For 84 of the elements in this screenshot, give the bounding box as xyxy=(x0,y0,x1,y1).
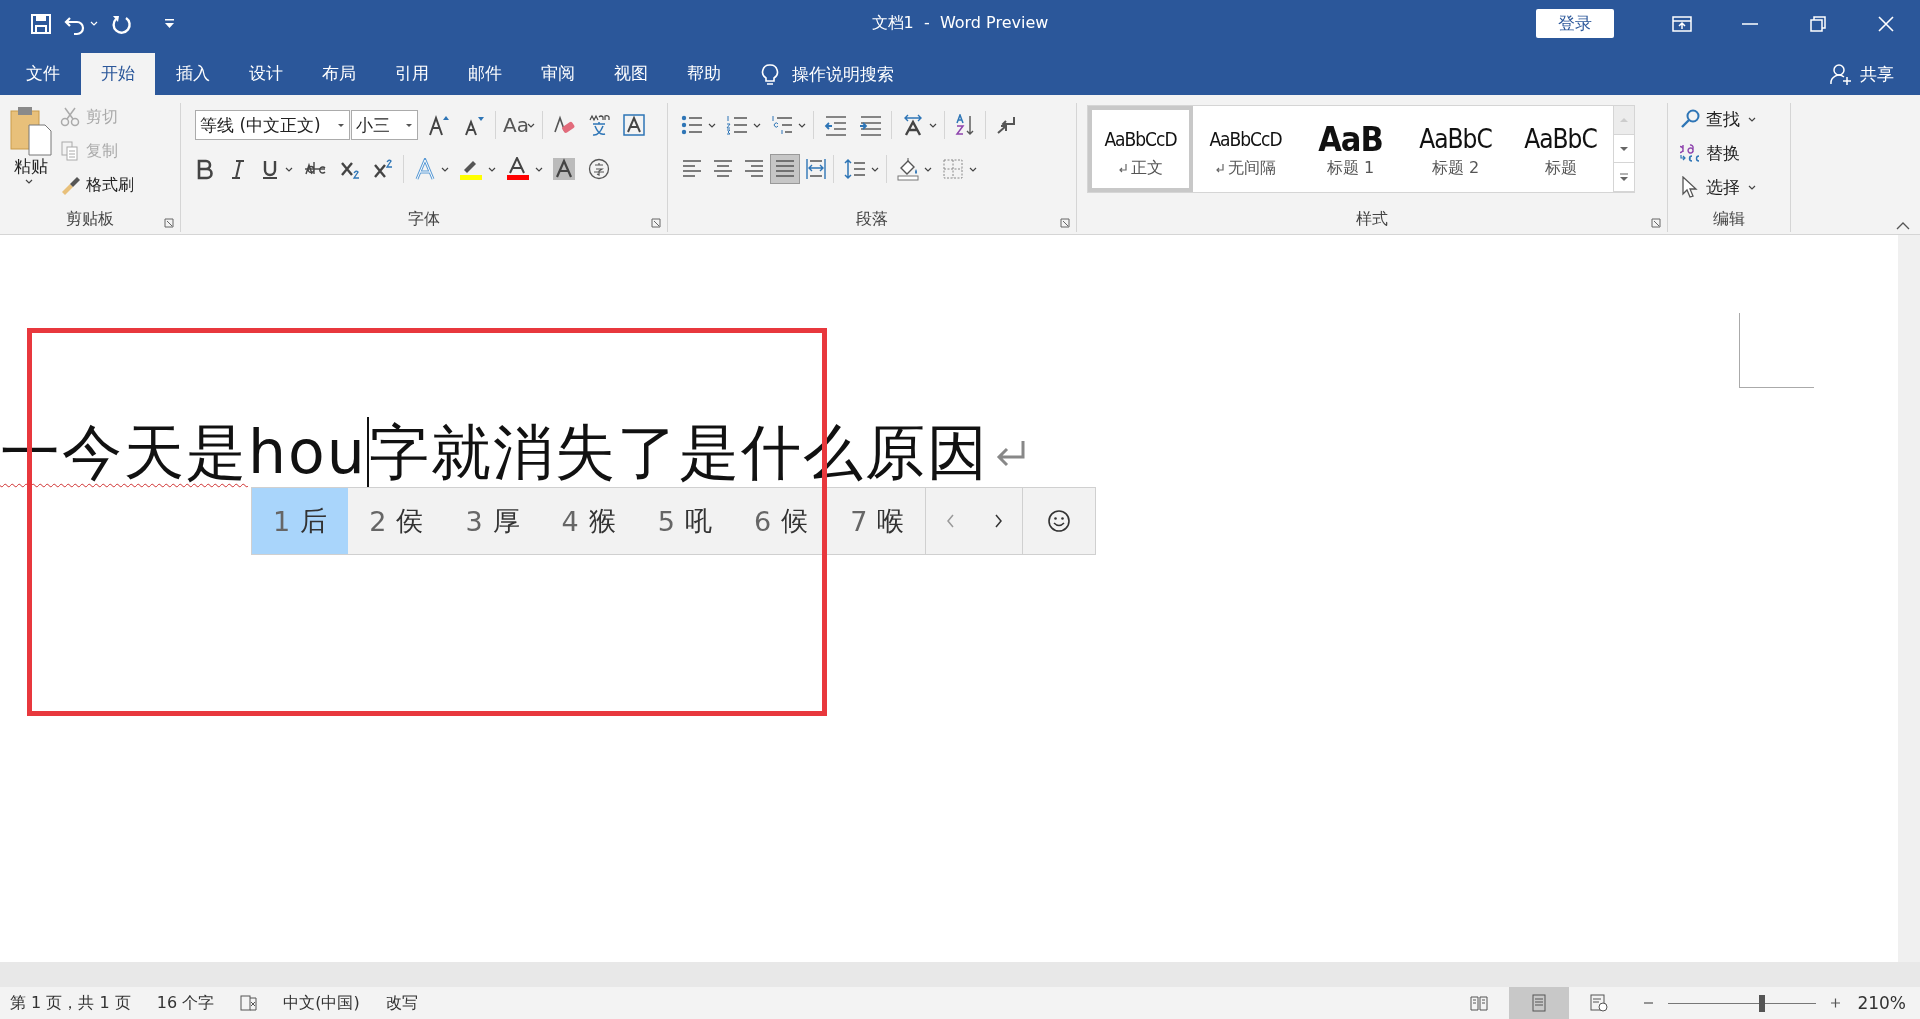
dialog-launcher-icon[interactable] xyxy=(164,218,174,228)
collapse-ribbon-icon[interactable] xyxy=(1896,222,1910,230)
login-button[interactable]: 登录 xyxy=(1536,9,1614,38)
ribbon-tab[interactable]: 邮件 xyxy=(450,53,520,95)
scissors-icon xyxy=(60,106,82,128)
group-label: 字体 xyxy=(408,208,440,230)
font-size-field[interactable]: 小三 xyxy=(351,110,418,140)
change-case-button[interactable]: Aa xyxy=(503,113,535,137)
person-add-icon xyxy=(1830,62,1852,86)
ribbon-tab[interactable]: 文件 xyxy=(8,53,78,95)
ribbon-tab[interactable]: 开始 xyxy=(81,53,155,95)
tell-me-search[interactable]: 操作说明搜索 xyxy=(792,62,894,86)
customize-caret-icon[interactable] xyxy=(164,18,175,29)
group-label: 段落 xyxy=(856,208,888,230)
group-label: 编辑 xyxy=(1713,208,1745,230)
caret-icon[interactable] xyxy=(535,165,543,173)
lightbulb-icon xyxy=(760,62,780,86)
caret-icon[interactable] xyxy=(753,121,761,129)
caret-icon[interactable] xyxy=(1748,183,1756,191)
character-shading-icon[interactable] xyxy=(550,155,578,183)
word-count[interactable]: 16 个字 xyxy=(156,992,215,1014)
caret-icon[interactable] xyxy=(871,165,879,173)
ribbon-tab[interactable]: 帮助 xyxy=(669,53,739,95)
caret-icon[interactable] xyxy=(969,165,977,173)
dialog-launcher-icon[interactable] xyxy=(1060,218,1070,228)
magnifier-icon xyxy=(1680,108,1702,130)
find-button[interactable]: 查找 xyxy=(1680,103,1756,135)
zoom-level[interactable]: 210% xyxy=(1857,993,1906,1013)
group-label: 样式 xyxy=(1356,208,1388,230)
caret-icon[interactable] xyxy=(285,165,293,173)
style-item[interactable]: AaB 标题 1 xyxy=(1298,106,1403,192)
ribbon-tab[interactable]: 引用 xyxy=(377,53,447,95)
caret-icon[interactable] xyxy=(526,121,535,129)
select-button[interactable]: 选择 xyxy=(1680,171,1756,203)
paste-button[interactable]: 粘贴 xyxy=(6,103,56,206)
clipboard-icon xyxy=(9,105,53,157)
paragraph-mark-icon xyxy=(1215,163,1225,173)
format-painter-button[interactable]: 格式刷 xyxy=(60,171,134,199)
style-item[interactable]: AaBbC 标题 2 xyxy=(1403,106,1508,192)
share-button[interactable]: 共享 xyxy=(1830,53,1894,95)
page-count[interactable]: 第 1 页，共 1 页 xyxy=(10,992,131,1014)
candidate-item[interactable]: 3 厚 xyxy=(444,488,541,554)
ribbon-tab[interactable]: 审阅 xyxy=(523,53,593,95)
language-indicator[interactable]: 中文(中国) xyxy=(283,992,360,1014)
group-label: 剪贴板 xyxy=(66,208,114,230)
overtype-mode[interactable]: 改写 xyxy=(385,992,418,1014)
caret-icon[interactable] xyxy=(924,165,932,173)
caret-icon[interactable] xyxy=(488,165,496,173)
caret-icon[interactable] xyxy=(441,165,449,173)
style-item[interactable]: AaBbCcD 正文 xyxy=(1088,106,1193,192)
caret-icon[interactable] xyxy=(708,121,716,129)
candidate-item[interactable]: 2 侯 xyxy=(348,488,445,554)
replace-button[interactable]: 替换 xyxy=(1680,137,1756,169)
caret-icon[interactable] xyxy=(1748,115,1756,123)
save-icon[interactable] xyxy=(30,12,52,35)
ribbon-tab[interactable]: 设计 xyxy=(231,53,301,95)
dialog-launcher-icon[interactable] xyxy=(1651,218,1661,228)
candidate-item[interactable]: 4 猴 xyxy=(540,488,637,554)
candidate-item[interactable]: 6 候 xyxy=(732,488,830,554)
dropdown-icon xyxy=(337,121,345,129)
dialog-launcher-icon[interactable] xyxy=(651,218,661,228)
candidate-item[interactable]: 7 喉 xyxy=(829,488,926,554)
window-title: 文档1 - Word Preview xyxy=(871,13,1049,34)
caret-icon[interactable] xyxy=(798,121,806,129)
caret-icon[interactable] xyxy=(24,178,33,185)
style-item[interactable]: AaBbCcD 无间隔 xyxy=(1193,106,1298,192)
justify-icon[interactable] xyxy=(771,155,799,183)
ribbon-tab[interactable]: 布局 xyxy=(304,53,374,95)
paragraph-mark-icon xyxy=(1118,163,1128,173)
brush-icon xyxy=(60,174,82,196)
zoom-slider-thumb[interactable] xyxy=(1758,994,1765,1012)
ribbon-tab[interactable]: 插入 xyxy=(158,53,228,95)
zoom-in-icon[interactable] xyxy=(1830,998,1842,1008)
dropdown-icon xyxy=(405,121,413,129)
candidate-item[interactable]: 5 吼 xyxy=(636,488,733,554)
ribbon-tab[interactable]: 视图 xyxy=(596,53,666,95)
caret-icon[interactable] xyxy=(929,121,937,129)
proofing-icon[interactable] xyxy=(240,994,258,1012)
replace-icon xyxy=(1680,142,1702,164)
font-name-field[interactable]: 等线 (中文正文) xyxy=(195,110,350,140)
candidate-item[interactable]: 1 后 xyxy=(252,488,349,554)
paragraph-mark-icon xyxy=(994,438,1027,469)
style-item[interactable]: AaBbC 标题 xyxy=(1508,106,1613,192)
horizontal-scrollbar[interactable] xyxy=(0,962,1920,987)
